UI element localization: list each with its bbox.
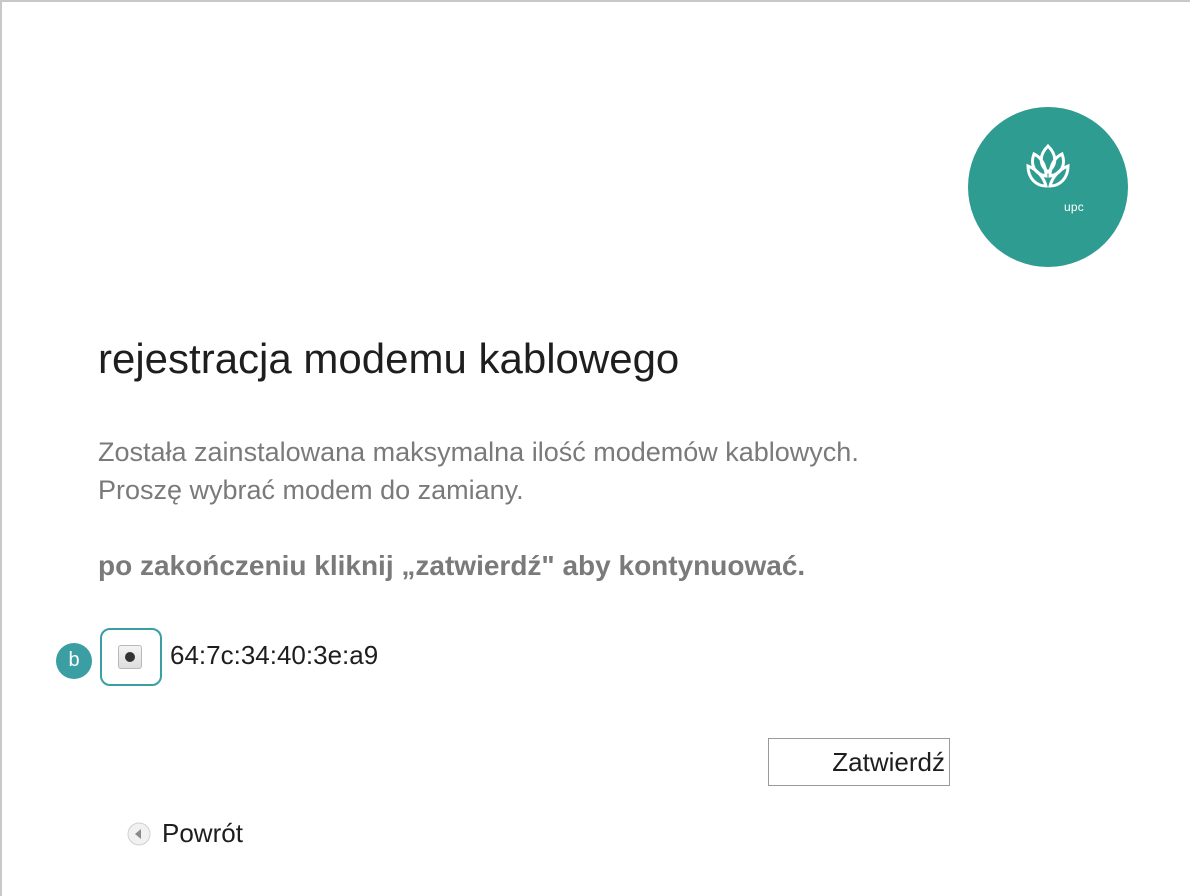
modem-radio-button[interactable] — [118, 645, 142, 669]
upc-flower-icon — [1026, 143, 1070, 188]
description-line-1: Została zainstalowana maksymalna ilość m… — [98, 437, 859, 467]
annotation-badge: b — [56, 643, 92, 679]
page-title: rejestracja modemu kablowego — [98, 335, 680, 382]
upc-logo: upc — [968, 107, 1128, 267]
submit-button[interactable]: Zatwierdź — [768, 738, 950, 786]
description-line-2: Proszę wybrać modem do zamiany. — [98, 475, 524, 505]
back-arrow-icon — [127, 822, 151, 845]
logo-text: upc — [1064, 200, 1084, 214]
back-link[interactable]: Powrót — [126, 818, 243, 849]
back-label: Powrót — [162, 818, 243, 848]
modem-mac-address: 64:7c:34:40:3e:a9 — [170, 640, 379, 670]
instruction-text: po zakończeniu kliknij „zatwierdź" aby k… — [98, 550, 806, 581]
page-description: Została zainstalowana maksymalna ilość m… — [98, 433, 859, 509]
